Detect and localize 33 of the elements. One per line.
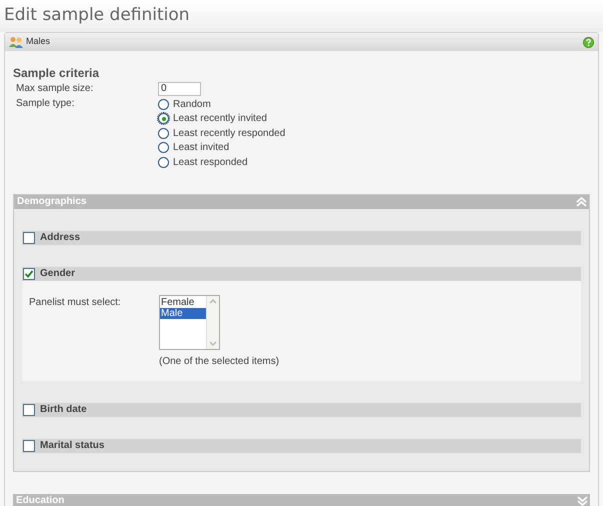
radio-option[interactable]: Random: [158, 97, 286, 112]
list-box[interactable]: Female Male: [159, 294, 220, 350]
panel-title: Males: [26, 35, 50, 48]
checkbox[interactable]: [23, 232, 35, 244]
radio-button[interactable]: [158, 156, 169, 168]
people-icon: [9, 36, 23, 48]
field-label: Max sample size:: [16, 82, 94, 96]
field-label: Panelist must select:: [29, 296, 122, 310]
help-icon[interactable]: [583, 36, 594, 48]
group-title: Gender: [40, 267, 76, 281]
page-title: Edit sample definition: [4, 4, 190, 28]
radio-button[interactable]: [158, 128, 169, 139]
radio-button[interactable]: [158, 98, 169, 110]
section-title: Demographics: [17, 195, 86, 209]
radio-option[interactable]: Least responded: [158, 155, 286, 170]
sample-size-field[interactable]: 0: [158, 82, 201, 96]
list-item[interactable]: Female: [160, 296, 206, 308]
section-heading: Sample criteria: [13, 65, 100, 81]
section-title: Education: [16, 494, 64, 506]
hint-text: (One of the selected items): [159, 354, 280, 368]
radio-button[interactable]: [158, 142, 169, 154]
checkbox[interactable]: [23, 268, 35, 280]
group-title: Birth date: [40, 403, 87, 417]
group-title: Marital status: [40, 439, 104, 453]
field-label: Sample type:: [16, 97, 76, 111]
radio-button[interactable]: [158, 113, 169, 124]
checkbox[interactable]: [23, 404, 35, 416]
list-item[interactable]: Male: [160, 308, 206, 318]
checkbox[interactable]: [23, 440, 35, 452]
radio-option[interactable]: Least recently invited: [158, 112, 286, 126]
radio-option[interactable]: Least recently responded: [158, 126, 286, 140]
radio-option[interactable]: Least invited: [158, 140, 286, 155]
group-title: Address: [40, 231, 80, 245]
